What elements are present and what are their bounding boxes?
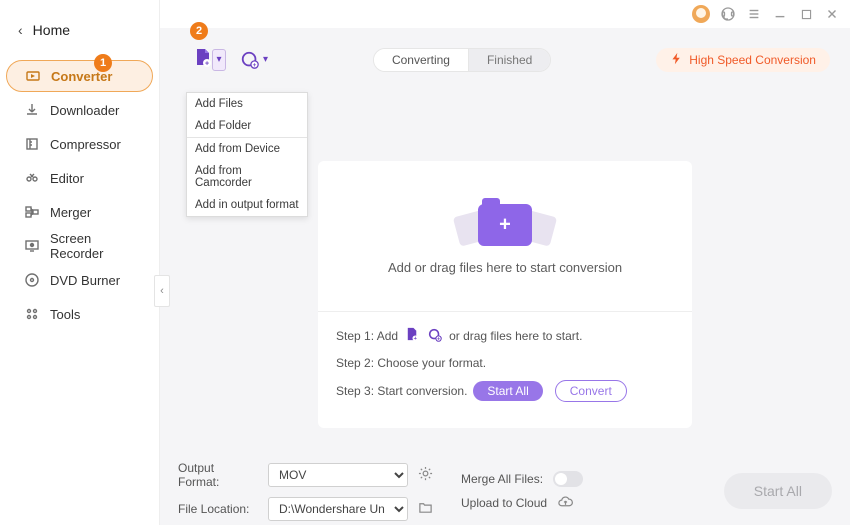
toolbar: 2 + ▾ + ▾ Converting Finished High Speed… bbox=[174, 28, 836, 81]
sidebar-title: Home bbox=[33, 22, 70, 38]
convert-small-button[interactable]: Convert bbox=[555, 380, 627, 402]
svg-text:+: + bbox=[437, 336, 440, 342]
downloader-icon bbox=[24, 102, 40, 118]
step-3: Step 3: Start conversion. Start All Conv… bbox=[336, 380, 674, 402]
status-tabs: Converting Finished bbox=[373, 48, 551, 72]
svg-text:+: + bbox=[253, 61, 257, 68]
sidebar-item-downloader[interactable]: Downloader bbox=[6, 94, 153, 126]
merge-all-label: Merge All Files: bbox=[461, 472, 543, 486]
add-dropdown-menu: Add Files Add Folder Add from Device Add… bbox=[186, 92, 308, 217]
settings-icon[interactable] bbox=[418, 466, 433, 484]
sidebar-item-label: Screen Recorder bbox=[50, 231, 141, 261]
dropdown-add-in-output-format[interactable]: Add in output format bbox=[187, 194, 307, 216]
output-format-label: Output Format: bbox=[178, 461, 258, 489]
content: 2 + ▾ + ▾ Converting Finished High Speed… bbox=[160, 28, 850, 525]
drop-zone-steps: Step 1: Add + + or drag files here to st… bbox=[318, 311, 692, 416]
cloud-icon[interactable] bbox=[557, 495, 574, 512]
support-icon[interactable] bbox=[720, 6, 736, 22]
sidebar-item-label: Compressor bbox=[50, 137, 121, 152]
sidebar-item-dvd-burner[interactable]: DVD Burner bbox=[6, 264, 153, 296]
add-file-dropdown-caret[interactable]: ▾ bbox=[212, 49, 226, 71]
dropdown-add-from-camcorder[interactable]: Add from Camcorder bbox=[187, 160, 307, 194]
sidebar-item-editor[interactable]: Editor bbox=[6, 162, 153, 194]
sidebar-item-label: Downloader bbox=[50, 103, 119, 118]
tab-finished[interactable]: Finished bbox=[469, 49, 550, 71]
high-speed-label: High Speed Conversion bbox=[689, 53, 816, 67]
compressor-icon bbox=[24, 136, 40, 152]
back-icon[interactable]: ‹ bbox=[18, 22, 23, 38]
sidebar: ‹ Home 1 Converter Downloader Compressor… bbox=[0, 0, 160, 525]
start-all-small-button[interactable]: Start All bbox=[473, 381, 542, 401]
tools-icon bbox=[24, 306, 40, 322]
sidebar-item-merger[interactable]: Merger bbox=[6, 196, 153, 228]
drop-zone-text: Add or drag files here to start conversi… bbox=[388, 260, 622, 275]
drop-zone-top: + Add or drag files here to start conver… bbox=[318, 161, 692, 311]
dropdown-add-files[interactable]: Add Files bbox=[187, 93, 307, 115]
add-button-group: + ▾ bbox=[192, 46, 226, 73]
sidebar-item-label: Merger bbox=[50, 205, 91, 220]
converter-icon bbox=[25, 68, 41, 84]
drop-zone[interactable]: + Add or drag files here to start conver… bbox=[318, 161, 692, 428]
sidebar-item-label: Tools bbox=[50, 307, 80, 322]
merge-all-toggle[interactable] bbox=[553, 471, 583, 487]
open-folder-icon[interactable] bbox=[418, 500, 433, 518]
add-url-button[interactable]: + ▾ bbox=[240, 50, 268, 70]
upload-cloud-label: Upload to Cloud bbox=[461, 496, 547, 510]
sidebar-item-label: DVD Burner bbox=[50, 273, 120, 288]
sidebar-item-label: Editor bbox=[50, 171, 84, 186]
step-badge-1: 1 bbox=[94, 54, 112, 72]
merger-icon bbox=[24, 204, 40, 220]
step-badge-2: 2 bbox=[190, 22, 208, 40]
close-icon[interactable] bbox=[824, 6, 840, 22]
sidebar-item-converter[interactable]: Converter bbox=[6, 60, 153, 92]
sidebar-header: ‹ Home bbox=[0, 0, 159, 60]
file-location-select[interactable]: D:\Wondershare UniConverter 1 bbox=[268, 497, 408, 521]
tab-converting[interactable]: Converting bbox=[374, 49, 469, 71]
bottom-bar: Output Format: MOV File Location: D:\Won… bbox=[160, 457, 850, 525]
add-file-button[interactable]: + bbox=[192, 46, 214, 73]
svg-text:+: + bbox=[205, 61, 209, 68]
sidebar-collapse-handle[interactable]: ‹ bbox=[154, 275, 170, 307]
avatar-icon[interactable] bbox=[692, 5, 710, 23]
output-format-select[interactable]: MOV bbox=[268, 463, 408, 487]
folder-plus-icon: + bbox=[468, 198, 542, 252]
editor-icon bbox=[24, 170, 40, 186]
maximize-icon[interactable] bbox=[798, 6, 814, 22]
start-all-button[interactable]: Start All bbox=[724, 473, 832, 509]
high-speed-conversion-button[interactable]: High Speed Conversion bbox=[656, 48, 830, 72]
bolt-icon bbox=[670, 52, 683, 68]
screen-recorder-icon bbox=[24, 238, 40, 254]
add-url-mini-icon[interactable]: + bbox=[427, 327, 443, 346]
sidebar-item-screen-recorder[interactable]: Screen Recorder bbox=[6, 230, 153, 262]
step-2: Step 2: Choose your format. bbox=[336, 356, 674, 370]
dvd-burner-icon bbox=[24, 272, 40, 288]
dropdown-add-folder[interactable]: Add Folder bbox=[187, 115, 307, 137]
dropdown-add-from-device[interactable]: Add from Device bbox=[187, 137, 307, 160]
minimize-icon[interactable] bbox=[772, 6, 788, 22]
sidebar-item-compressor[interactable]: Compressor bbox=[6, 128, 153, 160]
sidebar-item-tools[interactable]: Tools bbox=[6, 298, 153, 330]
step-1: Step 1: Add + + or drag files here to st… bbox=[336, 326, 674, 346]
file-location-label: File Location: bbox=[178, 502, 258, 516]
add-file-mini-icon[interactable]: + bbox=[404, 326, 421, 346]
menu-icon[interactable] bbox=[746, 6, 762, 22]
